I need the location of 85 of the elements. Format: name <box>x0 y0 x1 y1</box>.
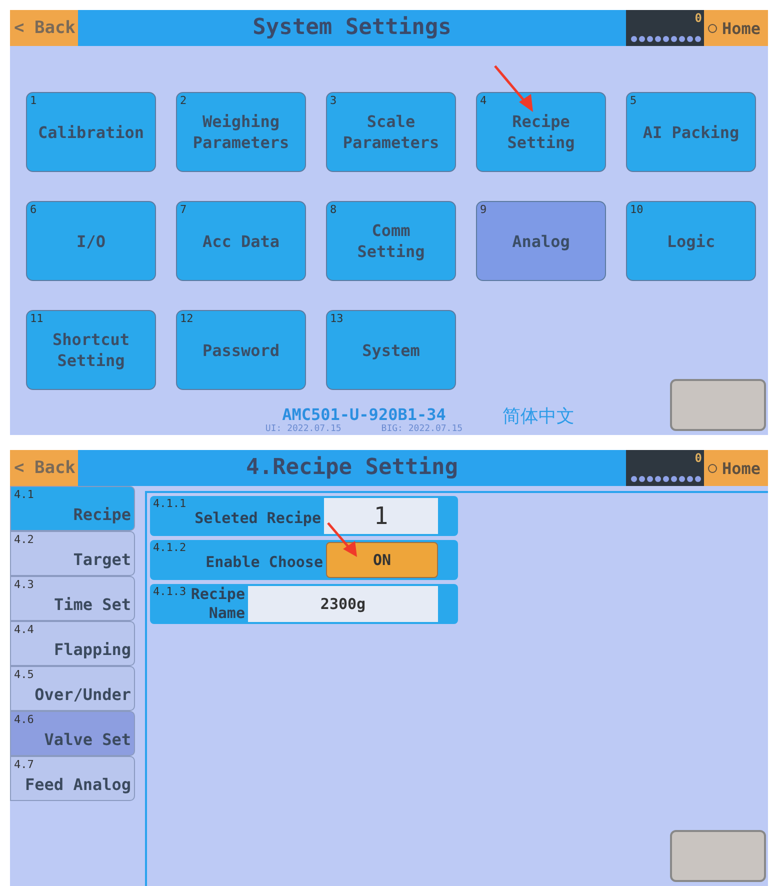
tile-label: Recipe Setting <box>506 111 576 153</box>
tile-number: 5 <box>630 94 637 107</box>
menu-tile[interactable]: 10 Logic <box>626 201 756 281</box>
tile-label: System <box>362 340 420 360</box>
tab-number: 4.2 <box>14 533 34 546</box>
tab-label: Valve Set <box>44 730 131 749</box>
menu-tile[interactable]: 13 System <box>326 310 456 390</box>
tile-label: Scale Parameters <box>342 111 440 153</box>
tab-label: Flapping <box>54 640 131 659</box>
tile-number: 7 <box>180 203 187 216</box>
sidebar-tab[interactable]: 4.1 Recipe <box>10 486 135 531</box>
menu-tile[interactable]: 4 Recipe Setting <box>476 92 606 172</box>
tile-number: 12 <box>180 312 194 325</box>
tile-number: 3 <box>330 94 337 107</box>
tile-number: 1 <box>30 94 37 107</box>
sidebar-tab[interactable]: 4.4 Flapping <box>10 621 135 666</box>
value-field[interactable]: 2300g <box>248 586 438 622</box>
tile-label: Calibration <box>38 122 144 142</box>
menu-tile[interactable]: 2 Weighing Parameters <box>176 92 306 172</box>
setting-number: 4.1.2 <box>153 541 186 554</box>
value-field[interactable]: 1 <box>324 498 438 534</box>
home-button[interactable]: Home <box>704 10 768 46</box>
toggle-button[interactable]: ON <box>326 542 438 578</box>
tab-label: Over/Under <box>34 685 131 704</box>
circle-icon <box>708 24 717 32</box>
setting-label: Recipe Name <box>190 585 245 623</box>
menu-tile[interactable]: 11 Shortcut Setting <box>26 310 156 390</box>
dots-indicator-icon <box>630 475 702 483</box>
tile-number: 11 <box>30 312 44 325</box>
tile-label: AI Packing <box>642 122 740 142</box>
tile-number: 4 <box>480 94 487 107</box>
tile-number: 9 <box>480 203 487 216</box>
model-text: AMC501-U-920B1-34 <box>281 405 447 424</box>
tab-number: 4.3 <box>14 578 34 591</box>
setting-label: Seleted Recipe <box>194 508 321 527</box>
tab-number: 4.7 <box>14 758 34 771</box>
menu-tile[interactable]: 6 I/O <box>26 201 156 281</box>
menu-tile[interactable]: 3 Scale Parameters <box>326 92 456 172</box>
tile-label: I/O <box>76 230 106 252</box>
tile-label: Acc Data <box>202 230 280 252</box>
home-button[interactable]: Home <box>704 450 768 486</box>
menu-tile[interactable]: 12 Password <box>176 310 306 390</box>
tile-label: Shortcut Setting <box>51 329 131 371</box>
sidebar-tab[interactable]: 4.2 Target <box>10 531 135 576</box>
counter-text: 0 <box>694 452 702 464</box>
tab-number: 4.4 <box>14 623 34 636</box>
screen-title: 4.Recipe Setting <box>245 454 459 482</box>
sidebar-tab[interactable]: 4.7 Feed Analog <box>10 756 135 801</box>
tab-label: Time Set <box>54 595 131 614</box>
dots-indicator-icon <box>630 35 702 43</box>
ui-date-text: UI: 2022.07.15 <box>265 424 342 434</box>
menu-tile[interactable]: 5 AI Packing <box>626 92 756 172</box>
circle-icon <box>708 464 717 472</box>
screen-title: System Settings <box>252 14 452 42</box>
tile-label: Weighing Parameters <box>192 111 290 153</box>
setting-number: 4.1.1 <box>153 497 186 510</box>
counter-text: 0 <box>694 12 702 24</box>
tile-number: 6 <box>30 203 37 216</box>
tile-label: Comm Setting <box>356 220 426 262</box>
tile-number: 2 <box>180 94 187 107</box>
menu-tile[interactable]: 9 Analog <box>476 201 606 281</box>
menu-tile[interactable]: 7 Acc Data <box>176 201 306 281</box>
tile-label: Logic <box>666 230 716 252</box>
menu-tile[interactable]: 8 Comm Setting <box>326 201 456 281</box>
setting-label: Enable Choose <box>206 552 323 571</box>
arrow-icon <box>326 521 360 559</box>
back-button[interactable]: < Back <box>10 450 78 486</box>
setting-number: 4.1.3 <box>153 585 186 598</box>
sidebar-tab[interactable]: 4.6 Valve Set <box>10 711 135 756</box>
tile-label: Password <box>202 340 280 360</box>
sidebar-tab[interactable]: 4.5 Over/Under <box>10 666 135 711</box>
tab-label: Target <box>73 550 131 569</box>
tab-number: 4.5 <box>14 668 34 681</box>
build-date-text: BIG: 2022.07.15 <box>381 424 463 434</box>
tab-label: Feed Analog <box>25 775 131 794</box>
tab-label: Recipe <box>73 505 131 524</box>
tile-number: 10 <box>630 203 644 216</box>
back-button[interactable]: < Back <box>10 10 78 46</box>
tile-label: Analog <box>512 230 570 252</box>
tab-number: 4.6 <box>14 713 34 726</box>
menu-tile[interactable]: 1 Calibration <box>26 92 156 172</box>
tab-number: 4.1 <box>14 488 34 501</box>
sidebar-tab[interactable]: 4.3 Time Set <box>10 576 135 621</box>
tile-number: 8 <box>330 203 337 216</box>
tile-number: 13 <box>330 312 344 325</box>
